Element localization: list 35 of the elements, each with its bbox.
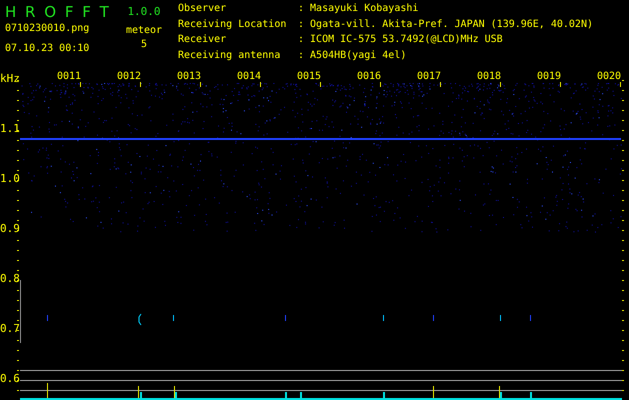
info-separator: : [298,50,304,62]
frequency-label: 1.0 [0,173,20,185]
time-label: 0011 [57,71,82,83]
time-label: 0014 [237,71,262,83]
time-label: 0018 [477,71,502,83]
axis-unit: kHz [0,73,20,85]
time-label: 0019 [537,71,562,83]
file-name: 0710230010.png [5,23,90,35]
info-label: Receiving Location [178,18,288,32]
meteor-count: 5 [140,39,148,51]
count-label: meteor [126,25,162,37]
info-label: Receiving antenna [178,50,282,62]
info-value: ICOM IC-575 53.7492(@LCD)MHz USB [310,34,503,47]
frequency-label: 0.7 [0,323,20,335]
timestamp: 07.10.23 00:10 [5,43,90,55]
frequency-label: 0.9 [0,223,20,235]
time-label: 0012 [117,71,142,83]
frequency-label: 1.1 [0,123,20,135]
info-label: Receiver [178,34,228,47]
app-version: 1.0.0 [127,5,161,19]
info-value: Ogata-vill. Akita-Pref. JAPAN (139.96E, 40.02N) [310,18,593,32]
time-label: 0017 [417,71,442,83]
frequency-label: 0.8 [0,273,20,285]
info-separator: : [298,34,304,47]
info-value: Masayuki Kobayashi [310,3,418,16]
time-label: 0015 [297,71,322,83]
app-title: H R O F F T [5,3,111,21]
time-label: 0013 [177,71,202,83]
info-separator: : [298,3,304,16]
info-separator: : [298,18,304,32]
time-label: 0020 [597,71,622,83]
frequency-label: 0.6 [0,373,20,385]
info-label: Observer [178,3,228,16]
info-value: A504HB(yagi 4el) [310,50,406,62]
time-label: 0016 [357,71,382,83]
